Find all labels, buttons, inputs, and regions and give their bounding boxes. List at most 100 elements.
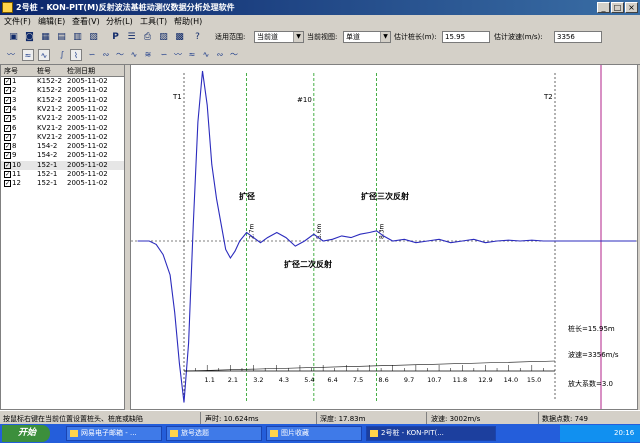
wave-tool-icon[interactable]: 〰 xyxy=(5,49,17,61)
menu-help[interactable]: 帮助(H) xyxy=(174,16,202,27)
wave-tool-15-icon[interactable]: ∾ xyxy=(214,49,226,61)
list-item[interactable]: ✓ 4 KV21-2 2005-11-02 xyxy=(1,105,124,114)
cell-index: 10 xyxy=(12,160,21,169)
wave-tool-14-icon[interactable]: ∿ xyxy=(200,49,212,61)
cell-date: 2005-11-02 xyxy=(67,151,108,160)
list-icon[interactable]: ☰ xyxy=(124,30,139,45)
list-item[interactable]: ✓ 6 KV21-2 2005-11-02 xyxy=(1,124,124,133)
menu-edit[interactable]: 编辑(E) xyxy=(38,16,65,27)
list-item[interactable]: ✓ 10 152-1 2005-11-02 xyxy=(1,160,124,170)
chart-icon[interactable]: ▤ xyxy=(54,30,69,45)
cell-pile-no: 152-1 xyxy=(37,179,58,188)
help-icon[interactable]: ? xyxy=(190,30,205,45)
browser-icon xyxy=(170,430,178,437)
list-item[interactable]: ✓ 9 154-2 2005-11-02 xyxy=(1,151,124,160)
start-button[interactable]: 开始 xyxy=(2,425,50,442)
cell-index: 12 xyxy=(12,179,21,188)
list-item[interactable]: ✓ 12 152-1 2005-11-02 xyxy=(1,179,124,188)
save-icon[interactable]: ◙ xyxy=(22,30,37,45)
wave-tool-3-icon[interactable]: ∿ xyxy=(38,49,50,61)
chevron-down-icon: ▼ xyxy=(380,32,390,42)
list-item[interactable]: ✓ 11 152-1 2005-11-02 xyxy=(1,170,124,179)
waveform-panel[interactable]: 2.7m 5.6m 8.3m 1.1 2.1 3.2 4.3 5.4 6.4 7.5 8.6 9.7… xyxy=(130,64,638,410)
table-icon[interactable]: ▥ xyxy=(70,30,85,45)
task-topic[interactable]: 旅号选题 xyxy=(166,426,262,441)
scale-tick-label: 2.1 xyxy=(228,376,238,384)
list-item[interactable]: ✓ 3 K152-2 2005-11-02 xyxy=(1,96,124,105)
checkbox[interactable]: ✓ xyxy=(4,152,11,160)
col-date[interactable]: 检测日期 xyxy=(67,66,95,76)
checkbox[interactable]: ✓ xyxy=(4,78,11,85)
cell-pile-no: 152-1 xyxy=(37,160,58,169)
task-pictures[interactable]: 图片收藏 xyxy=(266,426,362,441)
checkbox[interactable]: ✓ xyxy=(4,171,11,178)
col-index[interactable]: 序号 xyxy=(4,66,18,76)
status-points: 数据点数: 749 xyxy=(542,415,588,423)
list-item[interactable]: ✓ 2 K152-2 2005-11-02 xyxy=(1,86,124,95)
list-item[interactable]: ✓ 8 154-2 2005-11-02 xyxy=(1,142,124,151)
wave-tool-7-icon[interactable]: ∾ xyxy=(100,49,112,61)
cell-index: 4 xyxy=(12,104,17,113)
scale-tick-label: 8.6 xyxy=(378,376,388,384)
checkbox[interactable]: ✓ xyxy=(4,161,11,169)
report-icon[interactable]: ▧ xyxy=(86,30,101,45)
task-email[interactable]: 网易电子邮箱 - ... xyxy=(66,426,162,441)
wave-speed-input[interactable]: 3356 xyxy=(554,31,602,43)
clock: 20:16 xyxy=(614,429,635,437)
checkbox[interactable]: ✓ xyxy=(4,143,11,151)
filter-icon[interactable]: ⌇ xyxy=(70,49,82,61)
annotation-third-reflection: 扩径三次反射 xyxy=(361,191,409,201)
wave-tool-13-icon[interactable]: ≈ xyxy=(186,49,198,61)
export-icon[interactable]: ▩ xyxy=(172,30,187,45)
cell-date: 2005-11-02 xyxy=(67,132,108,141)
task-app[interactable]: 2号桩 - KON-PIT(... xyxy=(366,426,496,441)
list-item[interactable]: ✓ 1 K152-2 2005-11-02 xyxy=(1,77,124,86)
checkbox[interactable]: ✓ xyxy=(4,105,11,113)
scale-tick-label: 10.7 xyxy=(427,376,441,384)
wave-tool-8-icon[interactable]: 〜 xyxy=(114,49,126,61)
cell-date: 2005-11-02 xyxy=(67,179,108,188)
checkbox[interactable]: ✓ xyxy=(4,115,11,123)
checkbox[interactable]: ✓ xyxy=(4,87,11,95)
scale-tick-label: 9.7 xyxy=(404,376,414,384)
wave-tool-9-icon[interactable]: ∿ xyxy=(128,49,140,61)
cell-index: 9 xyxy=(12,151,17,160)
checkbox[interactable]: ✓ xyxy=(4,124,11,132)
minimize-button[interactable]: _ xyxy=(597,2,610,13)
scale-tick-label: 11.8 xyxy=(453,376,467,384)
col-pile-no[interactable]: 桩号 xyxy=(37,66,51,76)
maximize-button[interactable]: □ xyxy=(611,2,624,13)
wave-tool-11-icon[interactable]: ∽ xyxy=(158,49,170,61)
print-icon[interactable]: ⎙ xyxy=(140,30,155,45)
view-select[interactable]: 单道 ▼ xyxy=(343,31,391,43)
integral-icon[interactable]: ∫ xyxy=(56,49,68,61)
close-button[interactable]: × xyxy=(625,2,638,13)
checkbox[interactable]: ✓ xyxy=(4,96,11,104)
wave-speed-label: 估计波速(m/s): xyxy=(494,33,543,41)
cell-index: 1 xyxy=(12,77,17,85)
cell-date: 2005-11-02 xyxy=(67,142,108,151)
open-folder-icon[interactable]: ▣ xyxy=(6,30,21,45)
grid-icon[interactable]: ▦ xyxy=(38,30,53,45)
checkbox[interactable]: ✓ xyxy=(4,180,11,188)
cell-pile-no: 152-1 xyxy=(37,170,58,178)
wave-tool-6-icon[interactable]: ∽ xyxy=(86,49,98,61)
wave-tool-12-icon[interactable]: 〰 xyxy=(172,49,184,61)
range-select[interactable]: 当前道 ▼ xyxy=(254,31,304,43)
wave-tool-10-icon[interactable]: ≋ xyxy=(142,49,154,61)
list-item[interactable]: ✓ 5 KV21-2 2005-11-02 xyxy=(1,114,124,123)
menu-analyze[interactable]: 分析(L) xyxy=(106,16,133,27)
menu-view[interactable]: 查看(V) xyxy=(72,16,100,27)
wave-tool-16-icon[interactable]: 〜 xyxy=(228,49,240,61)
list-item[interactable]: ✓ 7 KV21-2 2005-11-02 xyxy=(1,133,124,142)
cell-index: 8 xyxy=(12,142,17,151)
pile-length-input[interactable]: 15.95 xyxy=(442,31,490,43)
menu-file[interactable]: 文件(F) xyxy=(4,16,31,27)
cell-date: 2005-11-02 xyxy=(67,86,108,95)
scale-tick-label: 15.0 xyxy=(527,376,541,384)
wave-tool-2-icon[interactable]: ≈ xyxy=(22,49,34,61)
p-icon[interactable]: P xyxy=(108,30,123,45)
checkbox[interactable]: ✓ xyxy=(4,133,11,141)
menu-tools[interactable]: 工具(T) xyxy=(140,16,167,27)
preview-icon[interactable]: ▨ xyxy=(156,30,171,45)
